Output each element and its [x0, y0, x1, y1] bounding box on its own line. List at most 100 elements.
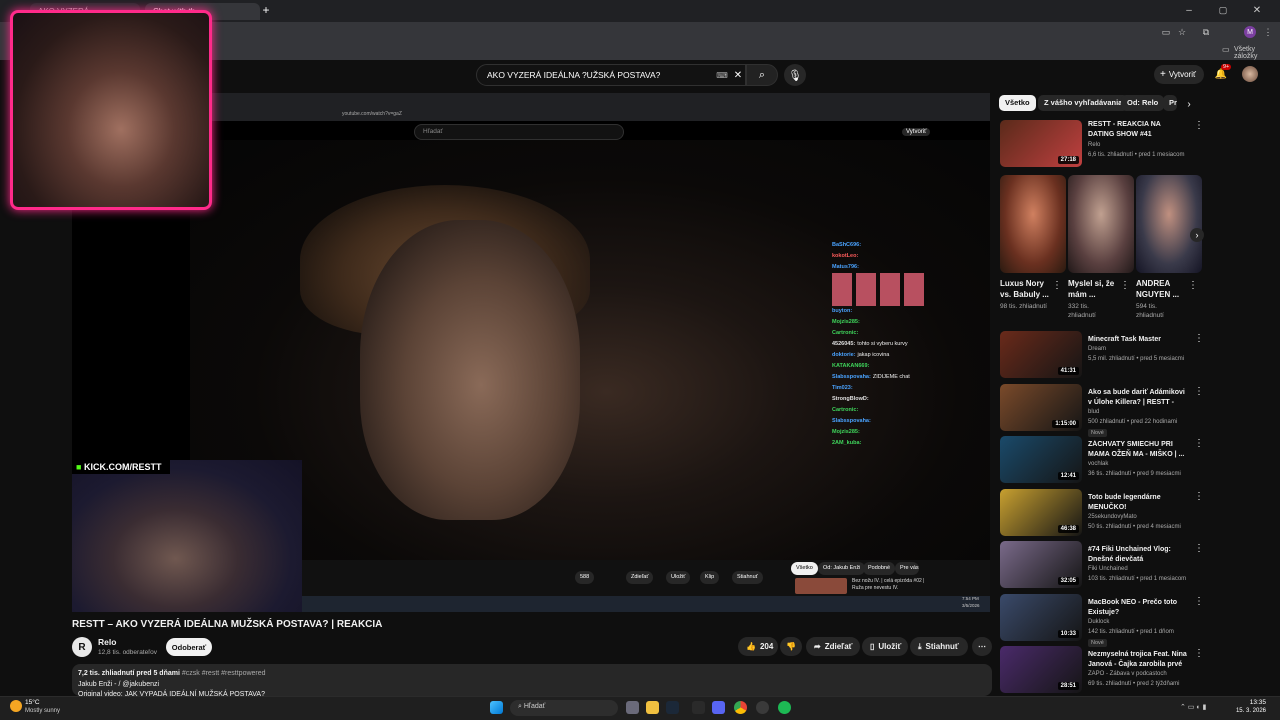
- new-tab-button[interactable]: +: [259, 3, 273, 17]
- video-subject-face: [360, 220, 580, 520]
- maximize-icon[interactable]: ▢: [1216, 3, 1230, 17]
- save-button[interactable]: ▯ Uložiť: [862, 637, 908, 656]
- short-thumbnail[interactable]: [1000, 175, 1066, 273]
- channel-name[interactable]: Relo: [98, 637, 116, 647]
- video-description[interactable]: 7,2 tis. zhliadnutí pred 5 dňami #czsk #…: [72, 664, 992, 698]
- account-avatar[interactable]: [1242, 66, 1258, 82]
- video-thumbnail[interactable]: 1:15:00: [1000, 383, 1082, 431]
- shorts-next-icon[interactable]: ›: [1190, 228, 1204, 242]
- video-channel[interactable]: Relo: [1088, 142, 1100, 148]
- video-title[interactable]: #74 Fiki Unchained Vlog: Dnešné dievčatá: [1088, 545, 1188, 565]
- download-button[interactable]: ⤓ Stiahnuť: [910, 637, 968, 656]
- minimize-icon[interactable]: –: [1182, 3, 1196, 17]
- short-thumbnail[interactable]: [1068, 175, 1134, 273]
- create-button[interactable]: + Vytvoriť: [1154, 65, 1204, 84]
- more-icon[interactable]: ⋮: [1188, 280, 1198, 291]
- chip-from-relo[interactable]: Od: Relo: [1121, 95, 1165, 111]
- chip-from-search[interactable]: Z vášho vyhľadávania: [1038, 95, 1129, 111]
- video-channel[interactable]: Duklock: [1088, 619, 1109, 625]
- weather-icon[interactable]: [10, 700, 22, 712]
- search-button[interactable]: ⌕: [746, 64, 778, 86]
- short-meta: 98 tis. zhliadnutí: [1000, 303, 1047, 310]
- video-thumbnail[interactable]: 28:51: [1000, 646, 1082, 693]
- chat-message: Slabsspovaha: ZIDIJEME chat: [832, 372, 962, 383]
- more-icon[interactable]: ⋮: [1194, 543, 1204, 554]
- star-icon[interactable]: ☆: [1176, 25, 1188, 39]
- video-thumbnail[interactable]: 32:05: [1000, 541, 1082, 588]
- more-icon[interactable]: ⋮: [1194, 648, 1204, 659]
- chat-message: Tim023:: [832, 383, 962, 394]
- chrome-icon[interactable]: [734, 701, 747, 714]
- more-icon[interactable]: ⋮: [1194, 386, 1204, 397]
- video-title[interactable]: Ako sa bude dariť Adámikovi v Úlohe Kill…: [1088, 388, 1188, 408]
- chat-username: doktorie:: [832, 352, 856, 358]
- voice-search-icon[interactable]: 🎙: [784, 64, 806, 86]
- channel-avatar[interactable]: R: [72, 637, 92, 657]
- video-thumbnail[interactable]: 46:38: [1000, 488, 1082, 536]
- keyboard-icon[interactable]: ⌨: [716, 68, 728, 82]
- chip-all[interactable]: Všetko: [999, 95, 1036, 111]
- file-explorer-icon[interactable]: [646, 701, 659, 714]
- short-thumbnail[interactable]: [1136, 175, 1202, 273]
- video-title[interactable]: MacBook NEO - Prečo toto Existuje?: [1088, 598, 1188, 618]
- profile-avatar[interactable]: M: [1244, 26, 1256, 38]
- video-thumbnail[interactable]: 10:33: [1000, 593, 1082, 641]
- discord-icon[interactable]: [712, 701, 725, 714]
- task-view-icon[interactable]: [626, 701, 639, 714]
- dislike-button[interactable]: 👎: [780, 637, 802, 656]
- video-channel[interactable]: Fiki Unchained: [1088, 566, 1128, 572]
- share-label: Zdieľať: [824, 642, 853, 651]
- chevron-right-icon[interactable]: ›: [1182, 97, 1196, 111]
- share-button[interactable]: ➦ Zdieľať: [806, 637, 860, 656]
- video-channel[interactable]: blud: [1088, 409, 1099, 415]
- video-title[interactable]: Toto bude legendárne MENUČKO!: [1088, 493, 1188, 513]
- hashtags[interactable]: #czsk #restt #resttpowered: [182, 670, 266, 677]
- close-window-icon[interactable]: ✕: [1250, 3, 1264, 17]
- chat-message: Cartronic:: [832, 328, 962, 339]
- like-button[interactable]: 👍 204: [738, 637, 778, 656]
- extensions-icon[interactable]: ⧉: [1200, 25, 1212, 39]
- search-input[interactable]: AKO VYZERÁ IDEÁLNA ?UŽSKÁ POSTAVA?: [476, 64, 746, 86]
- system-tray-icons[interactable]: ⌃ ▭ ◐ ▮: [1180, 703, 1206, 711]
- cast-icon[interactable]: ▭: [1160, 25, 1172, 39]
- more-icon[interactable]: ⋮: [1194, 438, 1204, 449]
- short-title[interactable]: Myslel si, že mám ...: [1068, 278, 1118, 300]
- obs-icon[interactable]: [756, 701, 769, 714]
- video-thumbnail[interactable]: 12:41: [1000, 436, 1082, 483]
- spotify-icon[interactable]: [778, 701, 791, 714]
- video-channel[interactable]: Dream: [1088, 346, 1106, 352]
- more-icon[interactable]: ⋮: [1194, 491, 1204, 502]
- video-thumbnail[interactable]: 27:18: [1000, 120, 1082, 167]
- more-icon[interactable]: ⋮: [1194, 333, 1204, 344]
- more-icon[interactable]: ⋮: [1052, 280, 1062, 291]
- video-channel[interactable]: ZAPO - Zábava v podcastoch: [1088, 671, 1167, 677]
- short-meta: 594 tis. zhliadnutí: [1136, 303, 1164, 319]
- more-icon[interactable]: ⋮: [1194, 120, 1204, 131]
- video-channel[interactable]: 25sekundovyMato: [1088, 514, 1137, 520]
- like-count: 204: [759, 642, 774, 651]
- weather-temp[interactable]: 15°C: [25, 699, 40, 706]
- menu-icon[interactable]: ⋮: [1262, 25, 1274, 39]
- clear-search-icon[interactable]: ✕: [732, 68, 744, 82]
- more-actions-button[interactable]: ⋯: [972, 637, 992, 656]
- more-icon[interactable]: ⋮: [1194, 596, 1204, 607]
- all-bookmarks-label[interactable]: Všetky záložky: [1234, 46, 1280, 60]
- short-title[interactable]: ANDREA NGUYEN ...: [1136, 278, 1186, 300]
- video-channel[interactable]: vochlak: [1088, 461, 1108, 467]
- taskbar-search-input[interactable]: ⌕ Hľadať: [510, 700, 618, 716]
- download-label: Stiahnuť: [925, 642, 959, 651]
- subscribe-button[interactable]: Odoberať: [166, 638, 212, 656]
- video-thumbnail[interactable]: 41:31: [1000, 331, 1082, 378]
- start-icon[interactable]: [490, 701, 503, 714]
- clock-time[interactable]: 13:35: [1226, 699, 1266, 706]
- video-title[interactable]: Nezmyselná trojica Feat. Nina Janová - Č…: [1088, 650, 1188, 670]
- video-meta: 69 tis. zhliadnutí • pred 2 týždňami: [1088, 681, 1180, 687]
- video-title[interactable]: Minecraft Task Master: [1088, 335, 1188, 345]
- short-title[interactable]: Luxus Nory vs. Babuly ...: [1000, 278, 1050, 300]
- video-title[interactable]: ZÁCHVATY SMIECHU PRI MAMA OŽEŇ MA - MIŠK…: [1088, 440, 1188, 460]
- more-icon[interactable]: ⋮: [1120, 280, 1130, 291]
- steam-icon[interactable]: [666, 701, 679, 714]
- video-title[interactable]: RESTT - REAKCIA NA DATING SHOW #41: [1088, 120, 1188, 140]
- chip-more[interactable]: Pr: [1163, 95, 1177, 111]
- app-icon[interactable]: [692, 701, 705, 714]
